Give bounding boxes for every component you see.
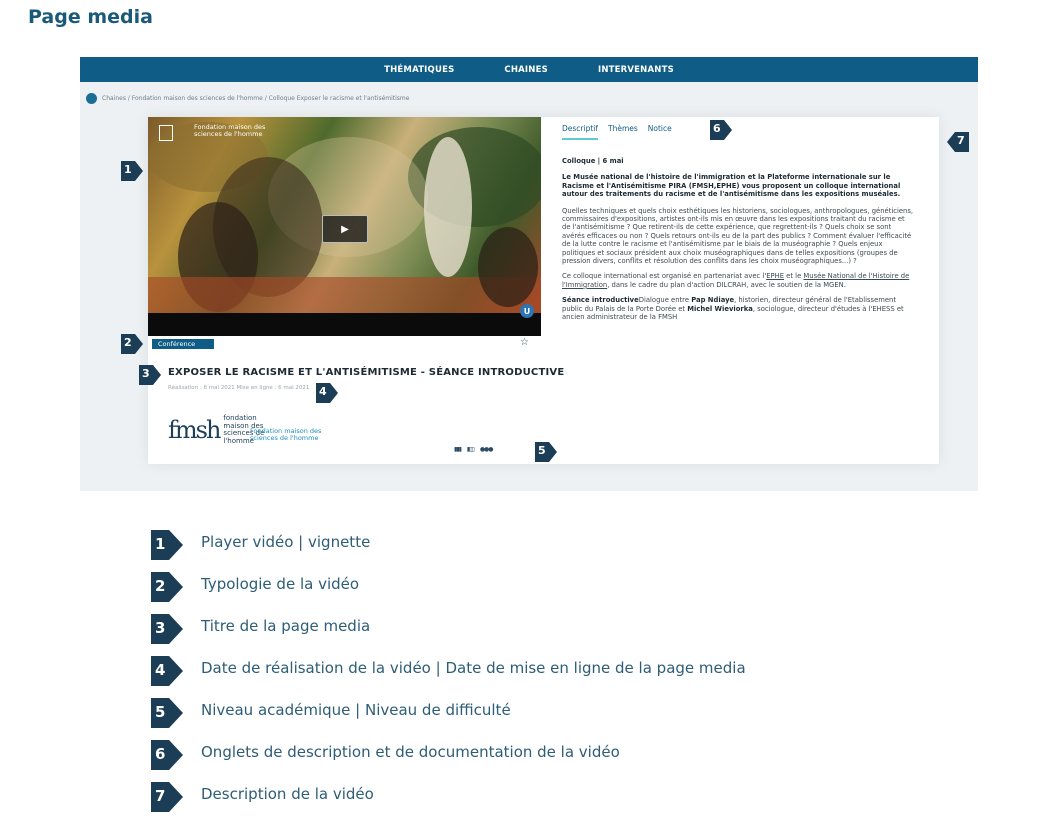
description-lead: Le Musée national de l'histoire de l'imm… [562, 173, 901, 199]
difficulty-level-icon: ▮▯▯ [466, 446, 475, 453]
breadcrumb-text[interactable]: Chaines / Fondation maison des sciences … [102, 95, 409, 102]
legend-marker: 7 [151, 782, 185, 812]
favorite-star-icon[interactable]: ☆ [520, 337, 529, 348]
video-control-bar [148, 313, 541, 336]
organization-link[interactable]: Fondation maison des sciences de l'homme [250, 428, 330, 442]
legend-marker: 5 [151, 698, 185, 728]
legend-label: Player vidéo | vignette [201, 533, 371, 551]
tab-descriptif[interactable]: Descriptif [562, 124, 599, 140]
type-tag: Conférence [152, 339, 214, 349]
fmsh-logo-icon [159, 125, 173, 141]
description-tabs: Descriptif Thèmes Notice [562, 124, 672, 140]
legend-item: 4 Date de réalisation de la vidéo | Date… [151, 650, 746, 692]
media-title: EXPOSER LE RACISME ET L'ANTISÉMITISME - … [168, 367, 565, 378]
fmsh-logo-mark: fmsh [168, 416, 221, 444]
video-description: Colloque | 6 mai Le Musée national de l'… [562, 157, 914, 329]
description-partners: Ce colloque international est organisé e… [562, 272, 910, 289]
description-paragraph: Quelles techniques et quels choix esthét… [562, 206, 914, 266]
nav-item-thematiques[interactable]: THÉMATIQUES [384, 65, 454, 75]
legend-label: Typologie de la vidéo [201, 575, 360, 593]
legend-marker: 3 [151, 614, 185, 644]
academic-level-icon: ▮▮▮ [454, 446, 462, 453]
legend-marker: 4 [151, 656, 185, 686]
video-org-name: Fondation maison des sciences de l'homme [194, 123, 266, 138]
callout-badge-6: 6 [710, 120, 732, 140]
legend-item: 5 Niveau académique | Niveau de difficul… [151, 692, 511, 734]
media-dates: Réalisation : 6 mai 2021 Mise en ligne :… [168, 385, 310, 391]
legend-label: Description de la vidéo [201, 785, 374, 803]
legend-item: 6 Onglets de description et de documenta… [151, 734, 620, 776]
callout-badge-4: 4 [316, 383, 338, 403]
callout-badge-7: 7 [947, 132, 969, 152]
top-navigation: THÉMATIQUES CHAINES INTERVENANTS [80, 57, 978, 82]
page-mockup: THÉMATIQUES CHAINES INTERVENANTS Chaines… [80, 57, 978, 491]
ephe-link[interactable]: EPHE [766, 272, 784, 280]
legend-marker: 1 [151, 530, 185, 560]
tab-themes[interactable]: Thèmes [608, 124, 638, 140]
callout-badge-5: 5 [535, 442, 557, 462]
legend-label: Niveau académique | Niveau de difficulté [201, 701, 511, 719]
nav-item-intervenants[interactable]: INTERVENANTS [598, 65, 674, 75]
nav-item-chaines[interactable]: CHAINES [504, 65, 548, 75]
page-title: Page media [28, 6, 153, 28]
callout-badge-2: 2 [121, 334, 143, 354]
legend-label: Titre de la page media [201, 617, 371, 635]
legend-label: Date de réalisation de la vidéo | Date d… [201, 659, 746, 677]
play-button[interactable]: ▶ [322, 215, 368, 243]
rating-dots-icon: ●●● [479, 446, 494, 453]
legend: 1 Player vidéo | vignette 2 Typologie de… [151, 524, 746, 818]
legend-item: 3 Titre de la page media [151, 608, 370, 650]
callout-badge-3: 3 [139, 365, 161, 385]
video-badge: U [520, 304, 534, 318]
media-card: Fondation maison des sciences de l'homme… [148, 117, 939, 464]
legend-item: 7 Description de la vidéo [151, 776, 374, 818]
legend-marker: 2 [151, 572, 185, 602]
description-date: Colloque | 6 mai [562, 157, 624, 165]
home-icon[interactable] [86, 93, 97, 104]
description-session: Séance introductiveDialogue entre Pap Nd… [562, 296, 904, 322]
legend-item: 2 Typologie de la vidéo [151, 566, 359, 608]
legend-label: Onglets de description et de documentati… [201, 743, 620, 761]
tab-notice[interactable]: Notice [648, 124, 672, 140]
video-player[interactable]: Fondation maison des sciences de l'homme… [148, 117, 541, 336]
legend-marker: 6 [151, 740, 185, 770]
difficulty-levels: ▮▮▮ ▮▯▯ ●●● [454, 446, 494, 453]
breadcrumb: Chaines / Fondation maison des sciences … [86, 93, 409, 104]
legend-item: 1 Player vidéo | vignette [151, 524, 370, 566]
callout-badge-1: 1 [121, 161, 143, 181]
play-icon: ▶ [341, 223, 349, 235]
